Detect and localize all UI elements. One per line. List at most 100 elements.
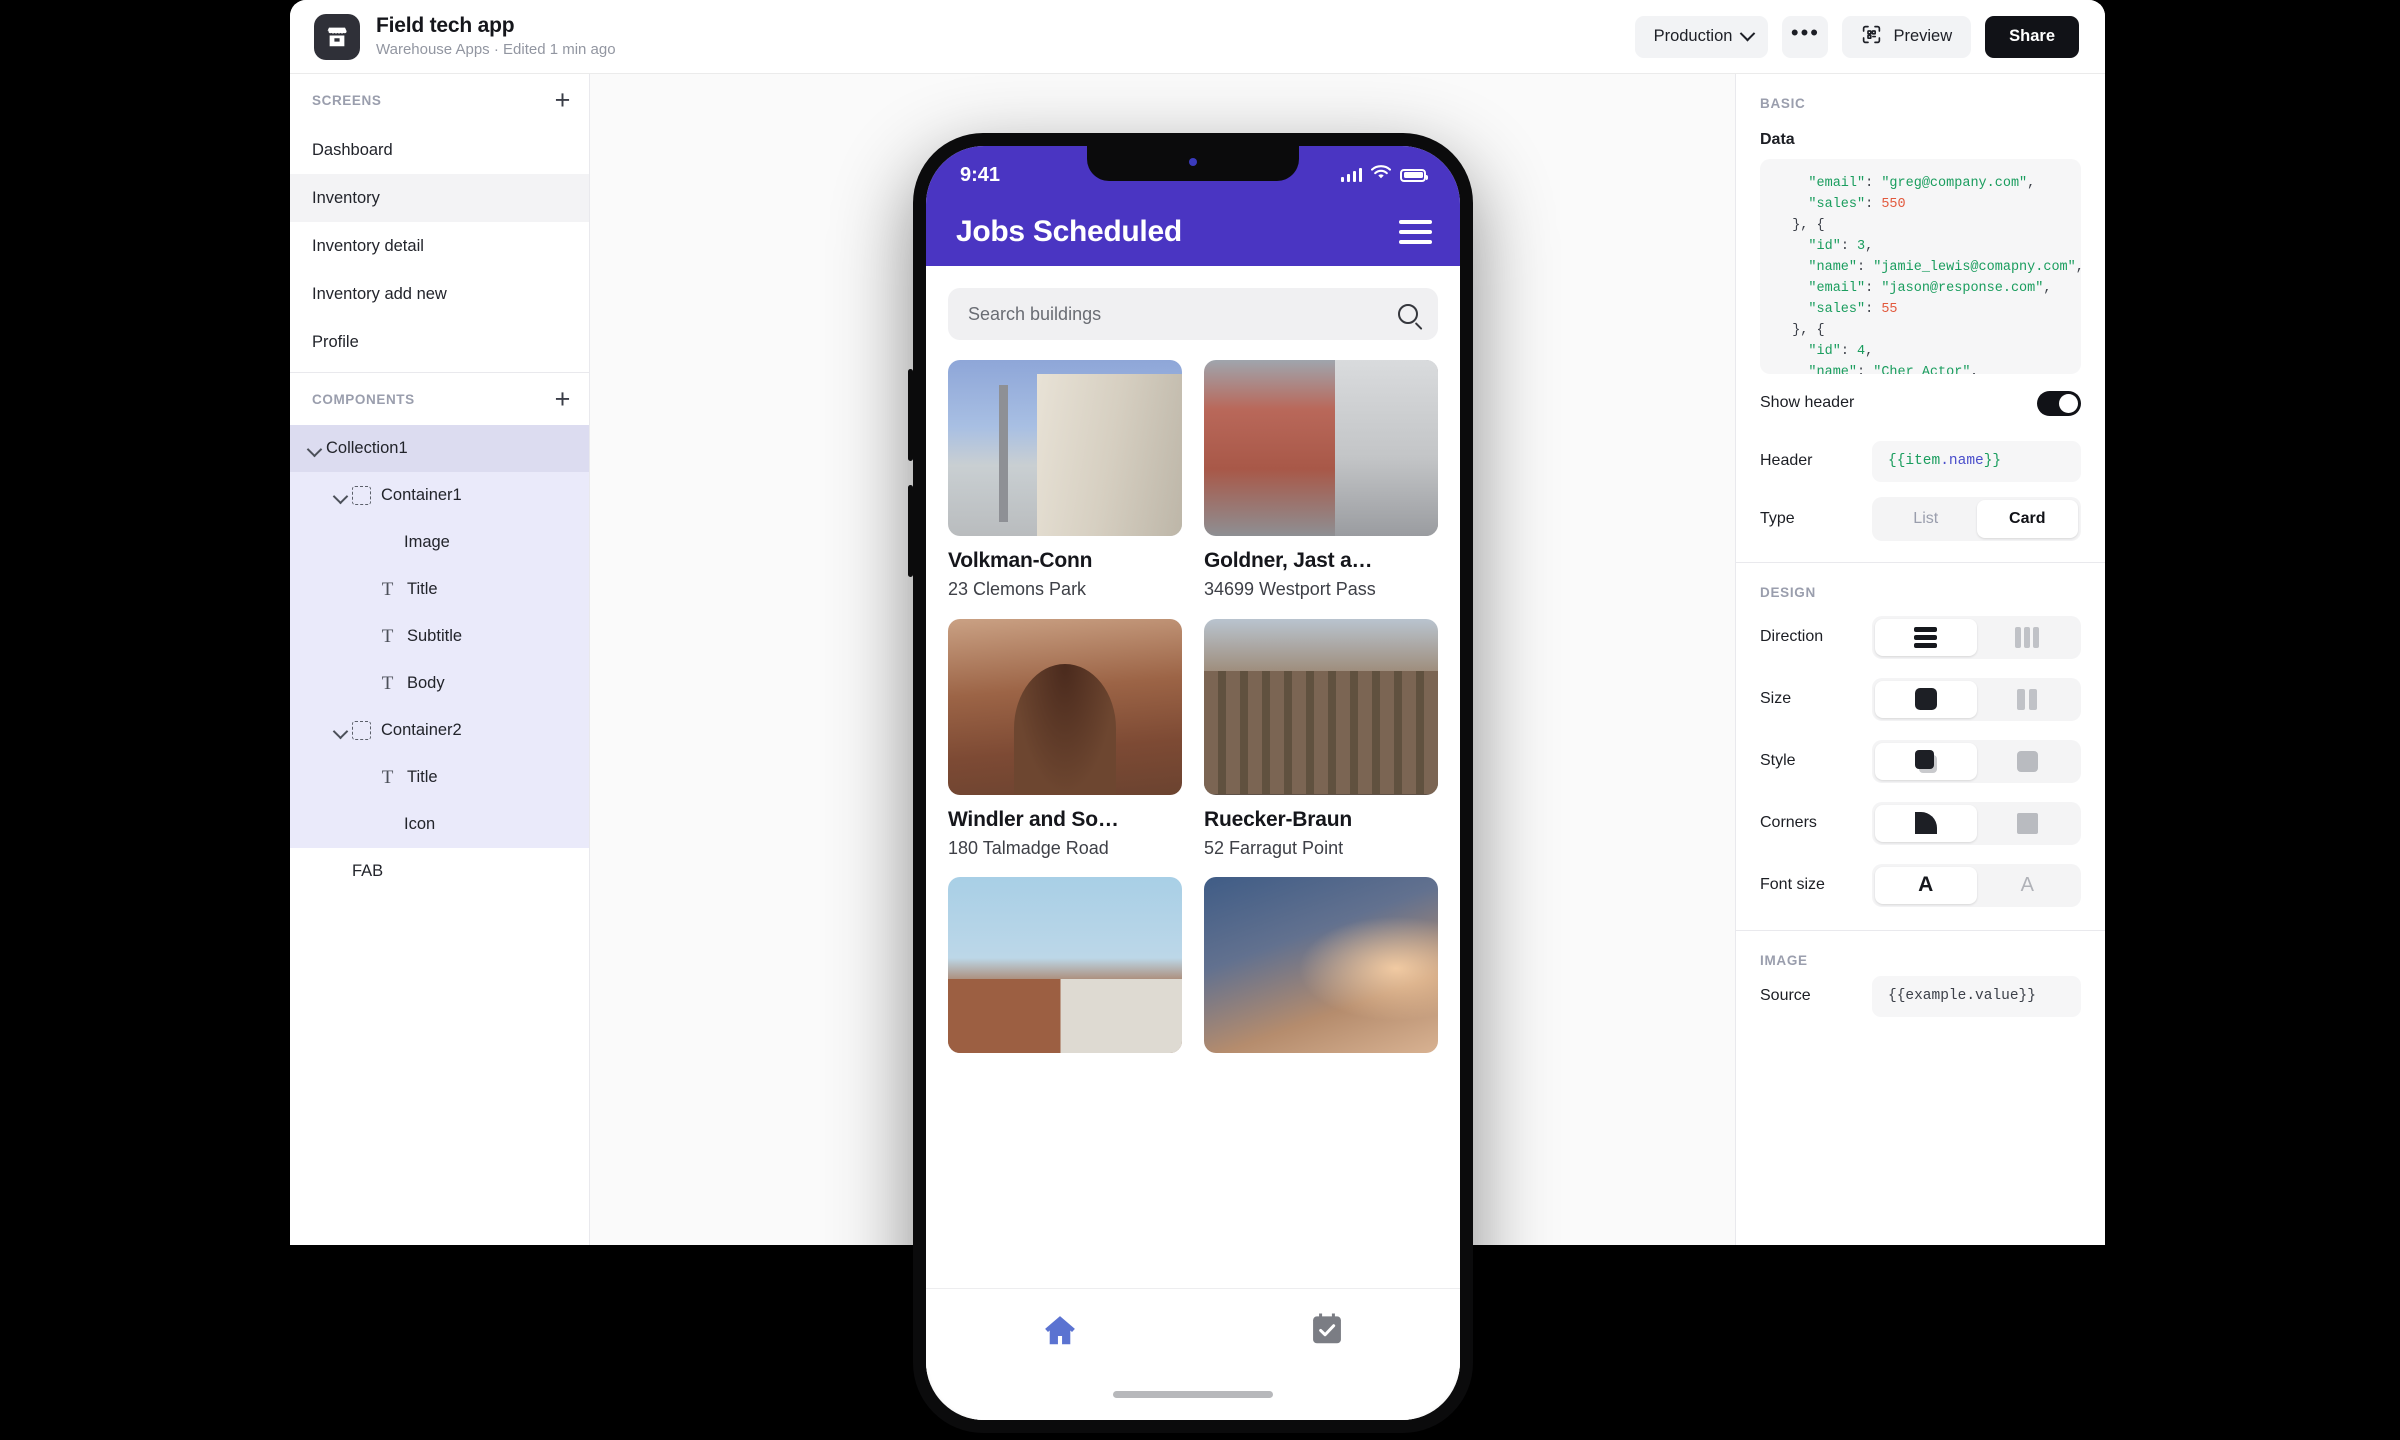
tree-item-label: Container2 (381, 721, 462, 739)
share-button[interactable]: Share (1985, 15, 2079, 58)
direction-label: Direction (1760, 628, 1824, 645)
sidebar-item-dashboard[interactable]: Dashboard (290, 126, 589, 174)
sidebar-item-label: Profile (312, 332, 359, 351)
storefront-icon (314, 13, 360, 60)
sidebar-item-profile[interactable]: Profile (290, 318, 589, 366)
font-large-icon[interactable]: A (1875, 866, 1977, 904)
preview-button[interactable]: Preview (1842, 15, 1972, 58)
tree-item-body[interactable]: T Body (290, 660, 589, 707)
add-component-button[interactable]: + (555, 385, 571, 413)
phone-screen: 9:41 Jobs Scheduled Search buildings Vol… (926, 146, 1460, 1420)
sidebar-item-label: Inventory (312, 188, 380, 207)
large-square-icon[interactable] (1875, 680, 1977, 718)
data-code-editor[interactable]: "email": "greg@company.com", "sales": 55… (1760, 159, 2081, 374)
nav-item-schedule[interactable] (1193, 1311, 1460, 1349)
text-icon: T (381, 767, 394, 788)
tree-item-title[interactable]: T Title (290, 566, 589, 613)
tree-item-image[interactable]: Image (290, 519, 589, 566)
app-bar-title: Jobs Scheduled (956, 215, 1182, 248)
hamburger-menu-icon[interactable] (1399, 220, 1432, 244)
wifi-icon (1370, 165, 1392, 185)
tree-item-label: Title (407, 768, 438, 786)
building-card[interactable]: Goldner, Jast a… 34699 Westport Pass (1204, 360, 1438, 601)
source-row: Source {{example.value}} (1736, 968, 2105, 1024)
components-header-label: COMPONENTS (312, 391, 415, 407)
chevron-down-icon[interactable] (304, 438, 326, 460)
app-meta: Field tech app Warehouse Apps · Edited 1… (376, 14, 616, 58)
screenshot-stage: Field tech app Warehouse Apps · Edited 1… (0, 0, 2400, 1440)
chevron-down-icon[interactable] (330, 720, 352, 742)
show-header-toggle[interactable] (2037, 390, 2081, 416)
tree-item-fab[interactable]: FAB (290, 848, 589, 895)
building-card[interactable] (948, 877, 1182, 1053)
screens-section-header: SCREENS + (290, 74, 589, 126)
corners-segmented-control (1872, 801, 2081, 845)
tree-item-icon[interactable]: Icon (290, 801, 589, 848)
style-row: Style (1736, 730, 2105, 792)
environment-label: Production (1653, 27, 1733, 45)
header-row: Header {{item.name}} (1736, 432, 2105, 490)
preview-label: Preview (1893, 27, 1953, 45)
tree-item-subtitle[interactable]: T Subtitle (290, 613, 589, 660)
page-title: Field tech app (376, 14, 515, 38)
two-column-icon[interactable] (1977, 681, 2079, 718)
source-label: Source (1760, 987, 1811, 1004)
rounded-corner-icon[interactable] (1875, 804, 1977, 842)
data-field-label: Data (1760, 131, 1795, 148)
components-section-header: COMPONENTS + (290, 373, 589, 425)
sidebar-item-label: Dashboard (312, 140, 393, 159)
header-binding-value: {{item.name}} (1888, 453, 2002, 469)
sidebar-item-inventory-add-new[interactable]: Inventory add new (290, 270, 589, 318)
type-segmented-control: List Card (1872, 497, 2081, 541)
size-label: Size (1760, 690, 1792, 707)
building-card[interactable] (1204, 877, 1438, 1053)
source-input[interactable]: {{example.value}} (1872, 975, 2081, 1017)
sidebar-item-inventory[interactable]: Inventory (290, 174, 589, 222)
chevron-down-icon[interactable] (330, 485, 352, 507)
container-icon (352, 721, 371, 740)
add-screen-button[interactable]: + (555, 86, 571, 114)
app-subtitle: Warehouse Apps · Edited 1 min ago (376, 41, 616, 59)
building-card-subtitle: 180 Talmadge Road (948, 837, 1109, 858)
tree-item-container2[interactable]: Container2 (290, 707, 589, 754)
design-rows: Direction Size Style Corners Font size A A (1736, 600, 2105, 916)
status-time: 9:41 (960, 163, 1001, 186)
building-photo (948, 618, 1182, 795)
tree-item-label: Title (407, 580, 438, 598)
building-card-subtitle: 23 Clemons Park (948, 579, 1087, 599)
direction-row: Direction (1736, 606, 2105, 668)
show-header-label: Show header (1760, 394, 1855, 411)
font-size-label: Font size (1760, 876, 1825, 893)
bottom-navigation (926, 1288, 1460, 1420)
tree-item-collection1[interactable]: Collection1 (290, 425, 589, 472)
building-card[interactable]: Windler and So… 180 Talmadge Road (948, 618, 1182, 860)
type-option-card[interactable]: Card (1976, 500, 2078, 538)
search-input[interactable]: Search buildings (948, 288, 1438, 340)
type-label: Type (1760, 510, 1795, 527)
environment-selector[interactable]: Production (1634, 15, 1769, 58)
building-card[interactable]: Ruecker-Braun 52 Farragut Point (1204, 618, 1438, 860)
size-segmented-control (1872, 677, 2081, 721)
header-input[interactable]: {{item.name}} (1872, 440, 2081, 482)
columns-icon[interactable] (1977, 619, 2079, 656)
container-icon (352, 486, 371, 505)
flat-card-icon[interactable] (1977, 743, 2079, 780)
tree-item-label: Icon (404, 815, 436, 833)
font-size-row: Font size A A (1736, 854, 2105, 916)
font-small-icon[interactable]: A (1977, 867, 2079, 904)
tree-item-container1[interactable]: Container1 (290, 472, 589, 519)
type-option-list[interactable]: List (1875, 500, 1977, 538)
sharp-corner-icon[interactable] (1977, 805, 2079, 842)
sidebar-item-inventory-detail[interactable]: Inventory detail (290, 222, 589, 270)
elevated-card-icon[interactable] (1875, 742, 1977, 780)
tree-item-label: Container1 (381, 486, 462, 504)
building-photo (1204, 360, 1438, 536)
tree-item-title[interactable]: T Title (290, 754, 589, 801)
building-card[interactable]: Volkman-Conn 23 Clemons Park (948, 360, 1182, 601)
more-options-button[interactable]: ••• (1782, 15, 1829, 58)
building-photo (1204, 877, 1438, 1053)
tree-item-label: FAB (352, 862, 384, 880)
rows-icon[interactable] (1875, 618, 1977, 656)
nav-item-home[interactable] (926, 1311, 1193, 1349)
home-indicator (1113, 1391, 1273, 1398)
